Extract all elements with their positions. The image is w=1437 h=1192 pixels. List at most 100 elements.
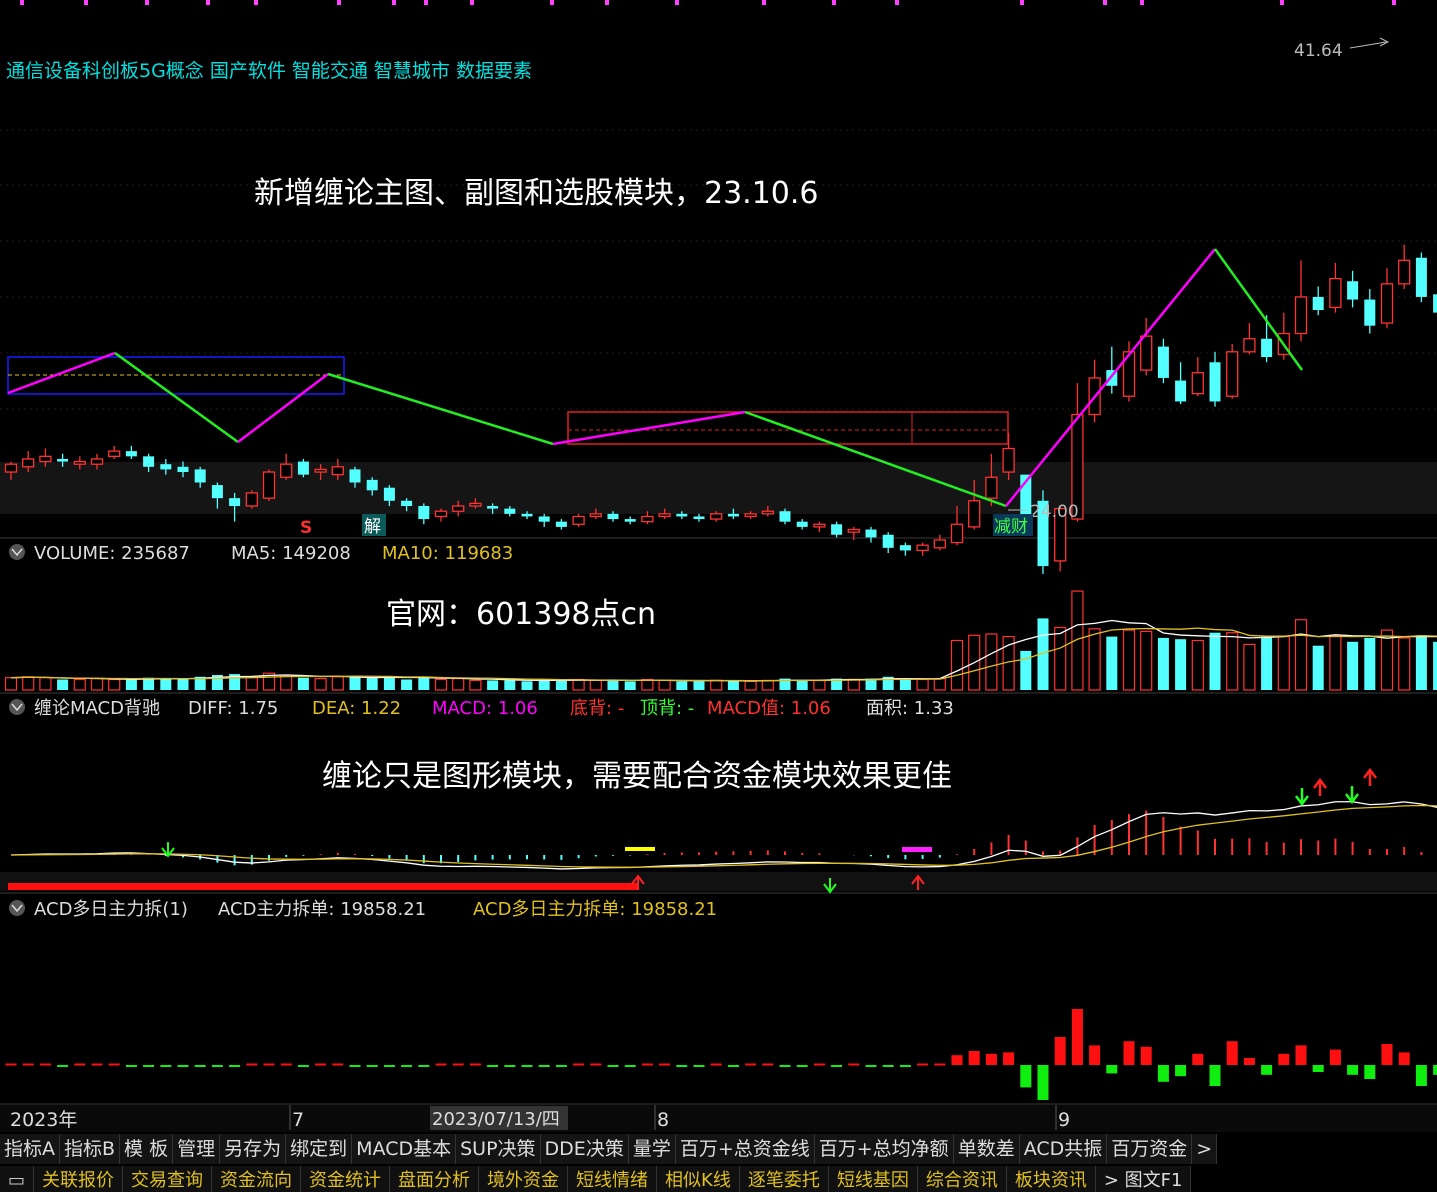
candle-body-22 xyxy=(384,488,395,501)
macd-magenta-mark xyxy=(902,847,932,852)
volume-bar-31 xyxy=(539,680,550,691)
macd-dea: DEA: 1.22 xyxy=(312,698,401,719)
bottom-tab-8[interactable]: 逐笔委托 xyxy=(740,1166,829,1192)
candle-body-71 xyxy=(1227,352,1238,396)
macd-macd: MACD: 1.06 xyxy=(432,698,538,719)
candle-body-76 xyxy=(1313,297,1324,310)
date-m8: 8 xyxy=(657,1109,669,1131)
annotation-main: 新增缠论主图、副图和选股模块，23.10.6 xyxy=(254,176,819,211)
volume-toggle-icon[interactable] xyxy=(9,544,25,560)
bottom-tab-1[interactable]: 交易查询 xyxy=(123,1166,212,1192)
tab-indicator-a[interactable]: 指标A xyxy=(0,1134,60,1164)
volume-bar-32 xyxy=(556,680,567,690)
volume-bar-37 xyxy=(642,680,653,691)
tab-save-as[interactable]: 另存为 xyxy=(220,1134,286,1164)
bottom-tab-6[interactable]: 短线情绪 xyxy=(568,1166,657,1192)
top-tick-8 xyxy=(470,0,474,5)
macd-red-band xyxy=(8,883,638,890)
candle-body-79 xyxy=(1364,300,1375,326)
top-tick-1 xyxy=(84,0,88,5)
top-tick-15 xyxy=(1020,0,1024,5)
acd-bar-0 xyxy=(6,1064,17,1066)
stock-chart[interactable]: 41.64 24.00 通信设备科创板5G概念 国产软件 智能交通 智慧城市 数… xyxy=(0,0,1437,1191)
candle-body-56 xyxy=(969,501,980,527)
tab-fund-line[interactable]: 百万+总资金线 xyxy=(676,1134,815,1164)
tab-macd-basic[interactable]: MACD基本 xyxy=(352,1134,456,1164)
acd-bar-25 xyxy=(436,1064,447,1066)
volume-bar-19 xyxy=(332,677,343,690)
acd-bar-81 xyxy=(1399,1052,1410,1065)
acd-bar-48 xyxy=(831,1065,842,1067)
tab-more-button[interactable]: > xyxy=(1192,1134,1217,1164)
panel-toggle-icon[interactable]: ▭ xyxy=(0,1166,34,1192)
candle-body-53 xyxy=(917,545,928,550)
acd-bar-69 xyxy=(1192,1054,1203,1065)
acd-bar-77 xyxy=(1330,1050,1341,1065)
acd-bar-21 xyxy=(367,1065,378,1067)
acd-bar-14 xyxy=(246,1064,257,1066)
bottom-tab-10[interactable]: 综合资讯 xyxy=(918,1166,1007,1192)
top-tick-10 xyxy=(605,0,609,5)
macd-value: MACD值: 1.06 xyxy=(707,698,831,719)
acd-bar-61 xyxy=(1055,1037,1066,1065)
volume-bar-39 xyxy=(676,681,687,690)
tab-acd-resonance[interactable]: ACD共振 xyxy=(1020,1134,1108,1164)
candle-body-49 xyxy=(848,530,859,533)
acd-bar-59 xyxy=(1020,1065,1031,1087)
bottom-tab-3[interactable]: 资金统计 xyxy=(301,1166,390,1192)
top-tick-4 xyxy=(254,0,258,5)
acd-bar-37 xyxy=(642,1064,653,1066)
volume-bar-24 xyxy=(418,677,429,690)
date-m9: 9 xyxy=(1058,1109,1070,1131)
candle-body-29 xyxy=(504,509,515,514)
tab-bind-to[interactable]: 绑定到 xyxy=(286,1134,352,1164)
top-tick-6 xyxy=(392,0,396,5)
tab-liangxue[interactable]: 量学 xyxy=(629,1134,676,1164)
candle-body-52 xyxy=(900,545,911,550)
candle-body-43 xyxy=(745,514,756,517)
bottom-tab-0[interactable]: 关联报价 xyxy=(34,1166,123,1192)
candle-body-5 xyxy=(92,459,103,464)
tab-manage[interactable]: 管理 xyxy=(173,1134,220,1164)
acd-bar-4 xyxy=(74,1064,85,1066)
tab-indicator-b[interactable]: 指标B xyxy=(60,1134,120,1164)
macd-diff: DIFF: 1.75 xyxy=(188,698,278,719)
acd-toggle-icon[interactable] xyxy=(9,900,25,916)
candle-body-45 xyxy=(780,511,791,521)
acd-bar-40 xyxy=(694,1065,705,1067)
tab-million-fund[interactable]: 百万资金 xyxy=(1107,1134,1192,1164)
candle-body-9 xyxy=(160,464,171,469)
candle-body-40 xyxy=(694,516,705,519)
volume-bar-29 xyxy=(504,680,515,690)
candle-body-8 xyxy=(143,456,154,466)
volume-bar-3 xyxy=(57,680,68,691)
bottom-tab-9[interactable]: 短线基因 xyxy=(829,1166,918,1192)
tab-template[interactable]: 模 板 xyxy=(120,1134,173,1164)
acd-bar-9 xyxy=(160,1065,171,1067)
candle-body-66 xyxy=(1141,336,1152,370)
acd-bar-1 xyxy=(23,1064,34,1066)
bottom-tab-11[interactable]: 板块资讯 xyxy=(1007,1166,1096,1192)
candle-body-25 xyxy=(436,511,447,516)
volume-bar-72 xyxy=(1244,644,1255,690)
bottom-tab-2[interactable]: 资金流向 xyxy=(212,1166,301,1192)
tab-dde[interactable]: DDE决策 xyxy=(541,1134,629,1164)
date-axis-bg xyxy=(0,1105,1437,1132)
acd-bar-7 xyxy=(126,1065,137,1067)
acd-bar-52 xyxy=(900,1065,911,1067)
candle-body-13 xyxy=(229,498,240,506)
tab-net-avg[interactable]: 百万+总均净额 xyxy=(815,1134,954,1164)
acd-bar-34 xyxy=(590,1064,601,1066)
acd-bar-54 xyxy=(934,1064,945,1066)
bottom-more-button[interactable]: > 图文F1 xyxy=(1096,1166,1192,1192)
tab-order-diff[interactable]: 单数差 xyxy=(954,1134,1020,1164)
candle-body-7 xyxy=(126,451,137,456)
candle-body-39 xyxy=(676,514,687,517)
bottom-tab-4[interactable]: 盘面分析 xyxy=(390,1166,479,1192)
signal-zai: 减财 xyxy=(994,517,1028,537)
bottom-tab-5[interactable]: 境外资金 xyxy=(479,1166,568,1192)
volume-bar-61 xyxy=(1055,628,1066,691)
bottom-tab-7[interactable]: 相似K线 xyxy=(657,1166,740,1192)
macd-toggle-icon[interactable] xyxy=(9,699,25,715)
tab-sup[interactable]: SUP决策 xyxy=(456,1134,540,1164)
